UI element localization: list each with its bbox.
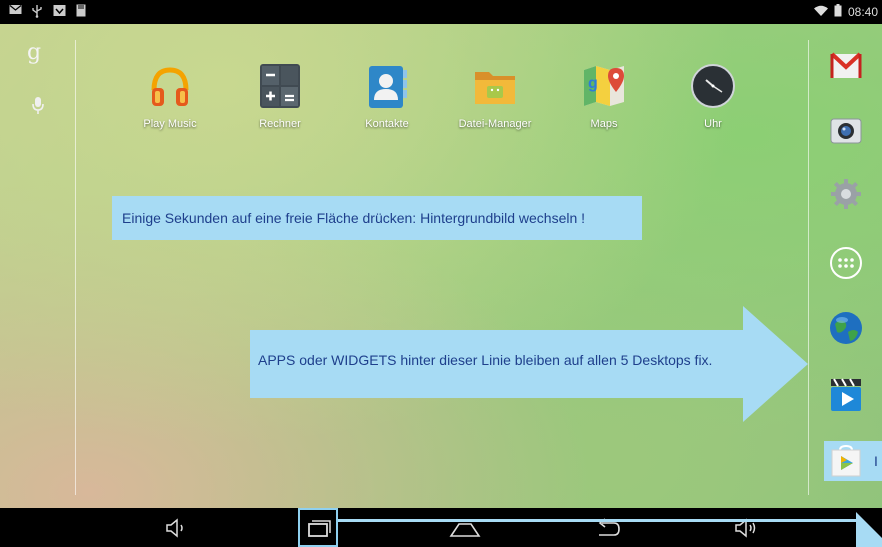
clock-time: 08:40: [847, 5, 878, 19]
app-label: Kontakte: [365, 118, 409, 130]
contacts-icon: [363, 62, 411, 110]
store-tip-annotation: I: [874, 453, 878, 469]
video-icon[interactable]: [828, 377, 864, 413]
app-drawer-icon[interactable]: [828, 245, 864, 281]
browser-icon[interactable]: [828, 310, 864, 346]
play-store-icon[interactable]: [830, 444, 862, 478]
folder-icon: [471, 62, 519, 110]
battery-icon: [834, 4, 842, 20]
usb-icon: [30, 4, 44, 18]
app-label: Rechner: [259, 118, 301, 130]
download-icon: [52, 4, 66, 18]
maps-icon: g: [580, 62, 628, 110]
svg-text:g: g: [588, 75, 598, 92]
status-bar: 08:40: [0, 0, 882, 24]
app-maps[interactable]: g Maps: [559, 62, 649, 130]
headphones-icon: [146, 62, 194, 110]
gmail-icon[interactable]: [828, 48, 864, 84]
app-label: Uhr: [704, 118, 722, 130]
calculator-icon: [256, 62, 304, 110]
app-file-manager[interactable]: Datei-Manager: [450, 62, 540, 130]
left-divider: [75, 40, 76, 495]
app-label: Play Music: [143, 118, 197, 130]
storage-icon: [74, 4, 88, 18]
mail-icon: [8, 4, 22, 18]
app-play-music[interactable]: Play Music: [125, 62, 215, 130]
navigation-bar: [0, 508, 882, 547]
camera-icon[interactable]: [828, 112, 864, 148]
recent-apps-highlight: [298, 508, 338, 547]
clock-icon: [689, 62, 737, 110]
google-search-logo[interactable]: g: [27, 40, 41, 65]
dock-divider-line: [808, 40, 809, 495]
app-calculator[interactable]: Rechner: [235, 62, 325, 130]
mic-icon[interactable]: [31, 96, 45, 116]
notification-icons: [8, 4, 88, 18]
settings-icon[interactable]: [828, 176, 864, 212]
app-label: Datei-Manager: [458, 118, 532, 130]
app-contacts[interactable]: Kontakte: [342, 62, 432, 130]
annotation-corner-arrow: [856, 512, 882, 547]
annotation-connector-line: [338, 519, 858, 522]
wallpaper-tip-annotation: Einige Sekunden auf eine freie Fläche dr…: [112, 196, 642, 240]
dock-tip-annotation: APPS oder WIDGETS hinter dieser Linie bl…: [258, 352, 713, 368]
volume-down-icon[interactable]: [163, 516, 191, 540]
wifi-icon: [813, 5, 828, 20]
app-label: Maps: [590, 118, 618, 130]
system-status: 08:40: [813, 4, 878, 20]
app-clock[interactable]: Uhr: [668, 62, 758, 130]
